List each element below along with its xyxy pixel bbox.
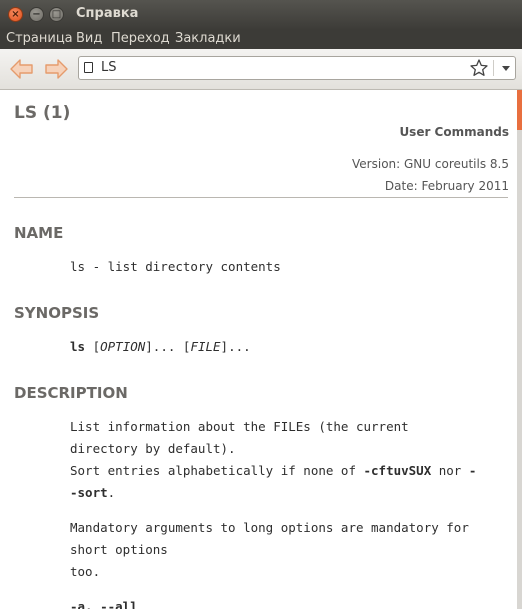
description-line: List information about the FILEs (the cu… — [70, 419, 409, 434]
minimize-window-button[interactable]: − — [29, 7, 44, 22]
scrollbar-thumb[interactable] — [517, 90, 522, 130]
description-text: . — [107, 485, 116, 500]
location-text: LS — [101, 60, 117, 75]
synopsis-text: ]... — [220, 339, 251, 354]
name-text: ls - list directory contents — [70, 259, 281, 274]
description-option: - — [468, 463, 477, 478]
description-line: -sort. — [70, 485, 115, 500]
forward-button[interactable] — [42, 56, 70, 82]
description-text: Sort entries alphabetically if none of — [70, 463, 364, 478]
synopsis-line: ls [OPTION]... [FILE]... — [70, 339, 251, 354]
version-label: Version: GNU coreutils 8.5 — [352, 157, 509, 171]
menu-bar: Страница Вид Переход Закладки — [0, 29, 522, 49]
synopsis-command: ls — [70, 339, 86, 354]
help-content: LS (1) User Commands Version: GNU coreut… — [0, 90, 517, 609]
location-separator — [493, 60, 494, 76]
menu-go[interactable]: Переход — [111, 31, 170, 46]
back-button[interactable] — [8, 56, 36, 82]
description-line: directory by default). — [70, 441, 236, 456]
synopsis-heading: SYNOPSIS — [14, 304, 100, 322]
user-commands-label: User Commands — [399, 125, 509, 139]
title-bar: × − □ Справка — [0, 0, 522, 29]
description-line: Sort entries alphabetically if none of -… — [70, 463, 476, 478]
back-arrow-icon — [10, 59, 33, 79]
description-line: Mandatory arguments to long options are … — [70, 520, 469, 535]
close-window-button[interactable]: × — [8, 7, 23, 22]
description-line: short options — [70, 542, 168, 557]
synopsis-text: [ — [85, 339, 101, 354]
page-title: LS (1) — [14, 103, 71, 123]
bookmark-star-icon[interactable] — [468, 57, 490, 79]
date-label: Date: February 2011 — [384, 179, 509, 193]
description-heading: DESCRIPTION — [14, 384, 128, 402]
synopsis-file: FILE — [190, 339, 221, 354]
menu-page[interactable]: Страница — [6, 31, 73, 46]
menu-bookmarks[interactable]: Закладки — [175, 31, 241, 46]
option-line-partial: -a, --all — [70, 599, 138, 609]
description-text: nor — [431, 463, 469, 478]
forward-arrow-icon — [45, 59, 68, 79]
menu-view[interactable]: Вид — [76, 31, 102, 46]
page-icon — [84, 62, 93, 73]
synopsis-option: OPTION — [100, 339, 146, 354]
description-option: -cftuvSUX — [363, 463, 432, 478]
chevron-down-icon[interactable] — [499, 60, 513, 76]
name-heading: NAME — [14, 224, 64, 242]
synopsis-text: ]... [ — [145, 339, 191, 354]
window-title: Справка — [76, 6, 139, 21]
description-option: -sort — [70, 485, 108, 500]
location-bar[interactable]: LS — [78, 56, 516, 80]
divider — [14, 197, 508, 198]
vertical-scrollbar[interactable] — [517, 90, 522, 609]
toolbar: LS — [0, 49, 522, 90]
maximize-window-button[interactable]: □ — [49, 7, 64, 22]
help-window: × − □ Справка Страница Вид Переход Закла… — [0, 0, 522, 609]
description-line: too. — [70, 564, 101, 579]
